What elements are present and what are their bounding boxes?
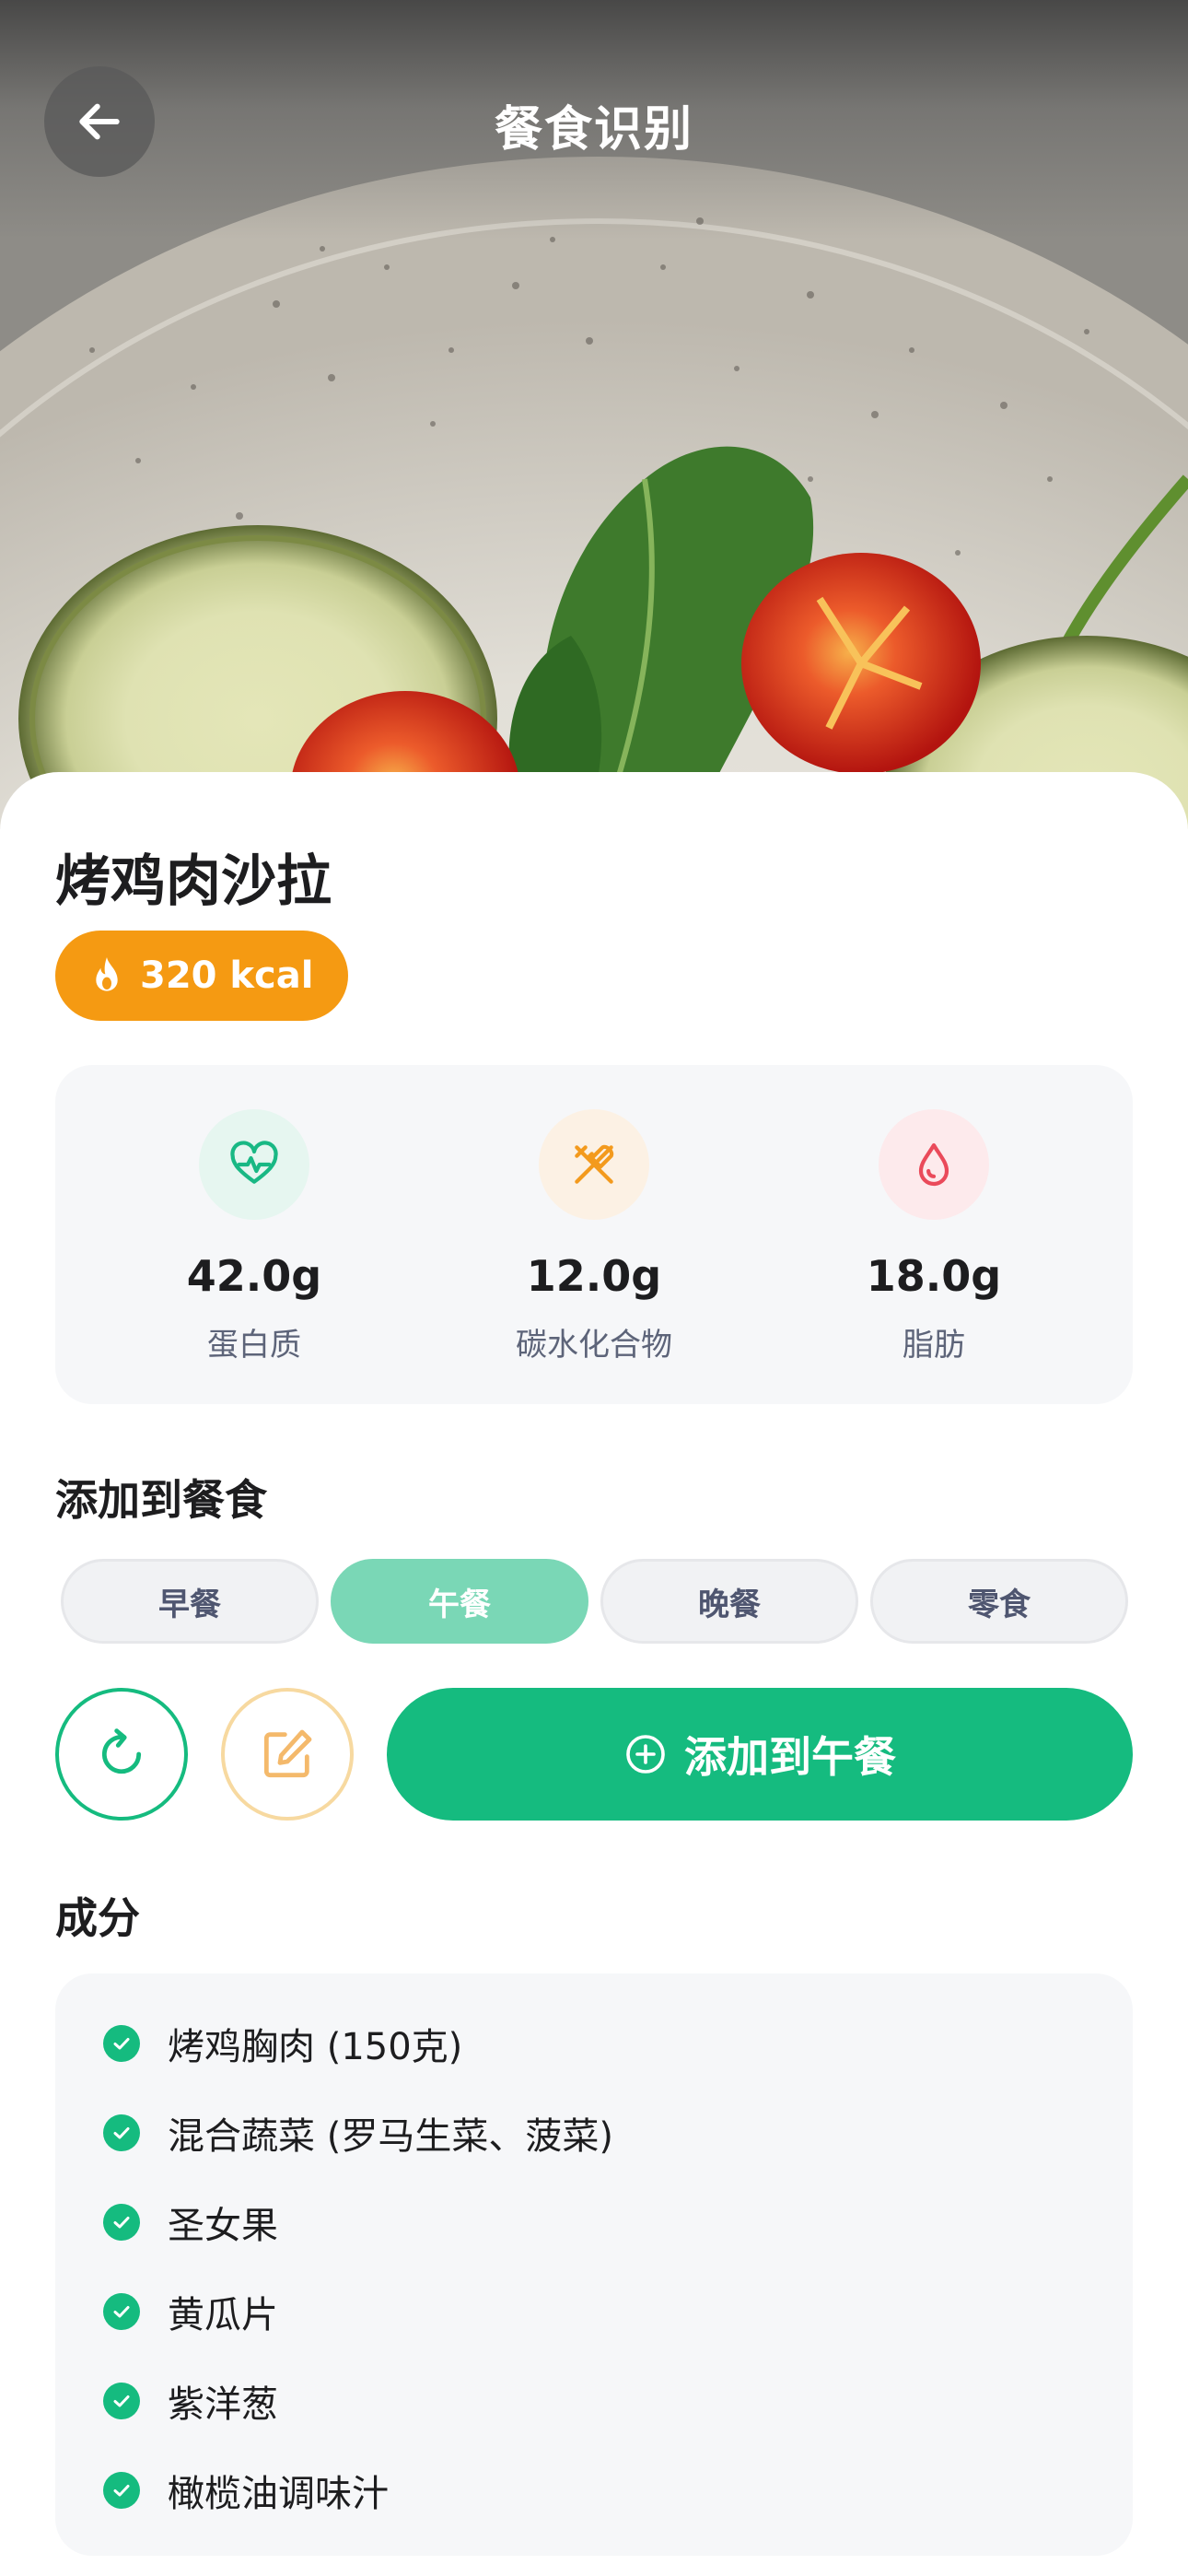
top-bar: 餐食识别 [0, 0, 1188, 249]
check-icon [103, 2383, 140, 2419]
retake-button[interactable] [55, 1688, 188, 1821]
macro-fat: 18.0g 脂肪 [796, 1109, 1072, 1364]
ingredient-name: 紫洋葱 [168, 2383, 278, 2426]
flame-icon [96, 957, 118, 991]
droplet-icon [879, 1109, 989, 1220]
calorie-badge: 320 kcal [55, 931, 349, 1021]
fat-label: 脂肪 [903, 1327, 965, 1364]
tab-lunch[interactable]: 午餐 [331, 1559, 588, 1644]
protein-label: 蛋白质 [207, 1327, 301, 1364]
heart-pulse-icon [199, 1109, 309, 1220]
list-item: 橄榄油调味汁 [103, 2463, 389, 2518]
list-item: 混合蔬菜 (罗马生菜、菠菜) [103, 2105, 613, 2160]
refresh-icon [101, 1728, 142, 1774]
check-icon [103, 2204, 140, 2241]
protein-value: 42.0g [186, 1251, 322, 1301]
tab-breakfast[interactable]: 早餐 [61, 1559, 319, 1644]
ingredients-list: 烤鸡胸肉 (150克) 混合蔬菜 (罗马生菜、菠菜) 圣女果 黄瓜片 紫洋葱 橄… [55, 1973, 1133, 2556]
tab-dinner[interactable]: 晚餐 [600, 1559, 858, 1644]
check-icon [103, 2472, 140, 2509]
page-title: 餐食识别 [494, 102, 693, 158]
ingredients-title: 成分 [55, 1893, 140, 1943]
list-item: 圣女果 [103, 2195, 278, 2250]
add-to-lunch-button[interactable]: 添加到午餐 [387, 1688, 1133, 1821]
tab-snack[interactable]: 零食 [870, 1559, 1128, 1644]
ingredient-name: 烤鸡胸肉 (150克) [168, 2026, 463, 2068]
food-name: 烤鸡肉沙拉 [55, 849, 332, 914]
add-button-label: 添加到午餐 [684, 1732, 896, 1782]
check-icon [103, 2293, 140, 2330]
plus-circle-icon [626, 1735, 665, 1774]
ingredient-name: 混合蔬菜 (罗马生菜、菠菜) [168, 2115, 613, 2158]
list-item: 烤鸡胸肉 (150克) [103, 2016, 462, 2071]
fat-value: 18.0g [866, 1251, 1002, 1301]
carbs-label: 碳水化合物 [516, 1327, 672, 1364]
ingredient-name: 橄榄油调味汁 [168, 2473, 389, 2515]
edit-button[interactable] [221, 1688, 354, 1821]
carbs-value: 12.0g [526, 1251, 662, 1301]
list-item: 紫洋葱 [103, 2373, 278, 2429]
add-to-meal-title: 添加到餐食 [55, 1475, 267, 1525]
macro-protein: 42.0g 蛋白质 [116, 1109, 392, 1364]
calorie-value: 320 kcal [140, 954, 314, 997]
edit-icon [263, 1729, 312, 1778]
macro-carbs: 12.0g 碳水化合物 [456, 1109, 732, 1364]
ingredient-name: 黄瓜片 [168, 2294, 278, 2336]
list-item: 黄瓜片 [103, 2284, 278, 2339]
utensils-icon [539, 1109, 649, 1220]
meal-type-selector: 早餐 午餐 晚餐 零食 [61, 1559, 1129, 1644]
meal-recognition-screen: 餐食识别 烤鸡肉沙拉 320 kcal 42.0g 蛋白质 12.0g 碳水化合… [0, 0, 1188, 2576]
macro-summary-card: 42.0g 蛋白质 12.0g 碳水化合物 18.0g 脂肪 [55, 1065, 1133, 1404]
check-icon [103, 2025, 140, 2062]
check-icon [103, 2114, 140, 2151]
ingredient-name: 圣女果 [168, 2205, 278, 2247]
